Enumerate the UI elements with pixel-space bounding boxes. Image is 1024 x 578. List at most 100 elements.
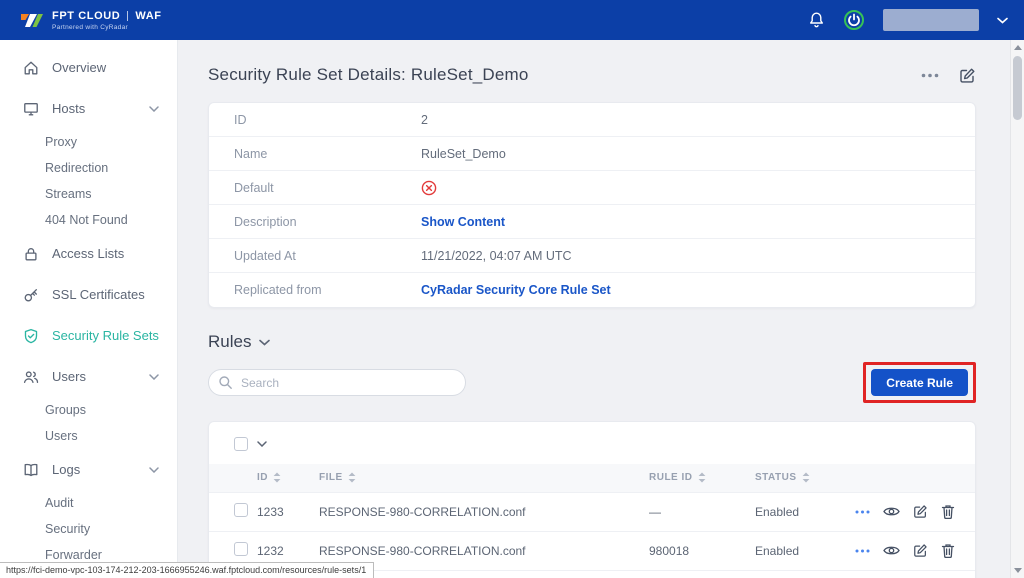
cell-status: Enabled (755, 570, 855, 578)
sidebar-item-logs[interactable]: Logs (0, 449, 177, 490)
ellipsis-icon (855, 549, 870, 553)
notifications-button[interactable] (808, 11, 825, 29)
rules-search-input[interactable] (208, 369, 466, 396)
view-rule-button[interactable] (883, 505, 900, 518)
scrollbar-down-arrow[interactable] (1014, 568, 1022, 573)
eye-icon (883, 505, 900, 518)
scrollbar-thumb[interactable] (1013, 56, 1022, 120)
trash-icon (941, 543, 955, 558)
column-header-status[interactable]: STATUS (755, 464, 855, 492)
sidebar-subitem-security[interactable]: Security (0, 516, 177, 542)
rule-set-details-card: ID 2 Name RuleSet_Demo Default Descript (208, 102, 976, 308)
delete-rule-button[interactable] (941, 543, 955, 558)
cell-rule-id: 980018 (649, 531, 755, 570)
rules-section-title: Rules (208, 332, 251, 352)
row-more-actions-button[interactable] (855, 549, 870, 553)
rules-collapse-chevron-icon[interactable] (259, 339, 270, 346)
sidebar-subitem-audit[interactable]: Audit (0, 490, 177, 516)
sidebar-subitem-proxy[interactable]: Proxy (0, 129, 177, 155)
sidebar-subitem-404-not-found[interactable]: 404 Not Found (0, 207, 177, 233)
row-checkbox[interactable] (234, 542, 248, 556)
eye-icon (883, 544, 900, 557)
bell-icon (808, 11, 825, 29)
user-menu-chevron-down-icon[interactable] (997, 17, 1008, 24)
logo-subtitle: Partnered with CyRadar (52, 24, 162, 31)
pencil-icon (959, 67, 976, 84)
sidebar-item-security-rule-sets[interactable]: Security Rule Sets (0, 315, 177, 356)
cross-circle-icon (421, 180, 437, 196)
edit-rule-set-button[interactable] (959, 67, 976, 84)
cell-rule-id: 980017 (649, 570, 755, 578)
logout-button[interactable] (843, 9, 865, 31)
chevron-down-icon (149, 106, 159, 112)
ellipsis-icon (921, 73, 939, 78)
rules-table: ID FILE RULE ID (209, 464, 975, 578)
sort-icon (698, 472, 706, 483)
shield-check-icon (22, 328, 39, 344)
scrollbar-up-arrow[interactable] (1014, 45, 1022, 50)
sidebar-item-ssl-certificates[interactable]: SSL Certificates (0, 274, 177, 315)
pencil-icon (913, 543, 928, 558)
vertical-scrollbar[interactable] (1010, 40, 1024, 578)
fpt-cloud-waf-logo[interactable]: FPT CLOUD WAF Partnered with CyRadar (20, 10, 162, 31)
sort-icon (273, 472, 281, 483)
edit-rule-button[interactable] (913, 543, 928, 558)
cell-file: RESPONSE-980-CORRELATION.conf (319, 492, 649, 531)
bulk-actions-chevron-down-icon[interactable] (257, 441, 267, 447)
column-header-id[interactable]: ID (257, 464, 319, 492)
row-checkbox[interactable] (234, 503, 248, 517)
cell-id: 1233 (257, 492, 319, 531)
browser-status-bar: https://fci-demo-vpc-103-174-212-203-166… (0, 562, 374, 578)
delete-rule-button[interactable] (941, 504, 955, 519)
sidebar-item-label: SSL Certificates (52, 287, 145, 302)
page-more-actions-button[interactable] (921, 73, 939, 78)
page-title: Security Rule Set Details: RuleSet_Demo (208, 65, 529, 85)
sidebar-item-label: Security Rule Sets (52, 328, 159, 343)
sidebar: Overview Hosts Proxy Redirection Streams… (0, 40, 178, 578)
pencil-icon (913, 504, 928, 519)
sidebar-item-hosts[interactable]: Hosts (0, 88, 177, 129)
detail-row-replicated-from: Replicated from CyRadar Security Core Ru… (209, 273, 975, 307)
sidebar-subitem-groups[interactable]: Groups (0, 397, 177, 423)
logo-product: WAF (135, 10, 161, 22)
replicated-from-link[interactable]: CyRadar Security Core Rule Set (421, 283, 611, 297)
rules-table-card: ID FILE RULE ID (208, 421, 976, 578)
detail-row-description: Description Show Content (209, 205, 975, 239)
top-bar: FPT CLOUD WAF Partnered with CyRadar (0, 0, 1024, 40)
create-rule-button[interactable]: Create Rule (871, 369, 968, 396)
sidebar-item-label: Access Lists (52, 246, 124, 261)
header-checkbox-cell (209, 464, 257, 492)
select-all-checkbox[interactable] (234, 437, 248, 451)
detail-row-default: Default (209, 171, 975, 205)
detail-row-name: Name RuleSet_Demo (209, 137, 975, 171)
sidebar-item-label: Hosts (52, 101, 85, 116)
view-rule-button[interactable] (883, 544, 900, 557)
sidebar-item-label: Users (52, 369, 86, 384)
sidebar-item-access-lists[interactable]: Access Lists (0, 233, 177, 274)
ellipsis-icon (855, 510, 870, 514)
detail-row-id: ID 2 (209, 103, 975, 137)
sidebar-item-label: Logs (52, 462, 80, 477)
edit-rule-button[interactable] (913, 504, 928, 519)
chevron-down-icon (149, 374, 159, 380)
column-header-rule-id[interactable]: RULE ID (649, 464, 755, 492)
user-account-chip[interactable] (883, 9, 979, 31)
sidebar-item-overview[interactable]: Overview (0, 47, 177, 88)
search-icon (218, 375, 233, 390)
sidebar-subitem-streams[interactable]: Streams (0, 181, 177, 207)
sidebar-item-users[interactable]: Users (0, 356, 177, 397)
fpt-logo-icon (20, 12, 44, 29)
power-icon (843, 9, 865, 31)
sidebar-item-label: Overview (52, 60, 106, 75)
book-icon (22, 462, 39, 478)
monitor-icon (22, 101, 39, 117)
sidebar-subitem-redirection[interactable]: Redirection (0, 155, 177, 181)
key-icon (22, 287, 39, 303)
row-more-actions-button[interactable] (855, 510, 870, 514)
lock-icon (22, 246, 39, 262)
sidebar-subitem-users[interactable]: Users (0, 423, 177, 449)
cell-status: Enabled (755, 531, 855, 570)
column-header-file[interactable]: FILE (319, 464, 649, 492)
show-content-link[interactable]: Show Content (421, 215, 505, 229)
sort-icon (348, 472, 356, 483)
